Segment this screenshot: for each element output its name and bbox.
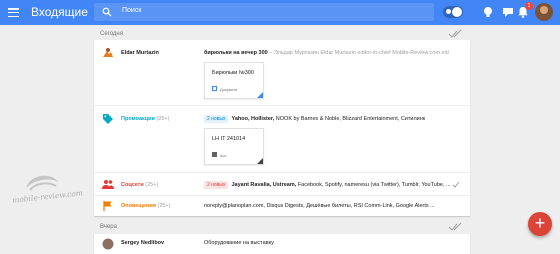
message-subject: Оборудование на выставку [204,240,274,246]
attachment-fold [257,92,263,98]
chat-icon[interactable] [501,5,515,19]
page-title: Входящие [31,5,88,19]
list-item[interactable]: Eldar Murtazin бирюльки на вечер 300 – Э… [94,40,470,105]
top-app-bar: Входящие Поиск 1 [0,0,560,25]
list-item[interactable]: Соцсети (25+) 2 новых Jayant Ravalia, Ust… [94,173,470,195]
attachment-card[interactable]: LH IT 241014 doc [204,128,264,165]
user-avatar-icon [103,48,113,57]
user-avatar-icon [102,238,114,250]
document-icon [212,86,217,91]
compose-button[interactable]: + [528,212,552,236]
attachment-type: doc [220,153,227,158]
summary-bold: Yahoo, Hollister, [231,116,275,122]
bundle-name: Соцсети (25+) [121,182,158,188]
summary-text: Facebook, Spotify, nameresu (via Twitter… [296,182,451,188]
bundle-label: Оповещения [121,203,156,209]
done-check-icon[interactable] [452,181,460,189]
attachment-card[interactable]: Бирюльки №300 Документ [204,62,264,99]
sender-name: Eldar Murtazin [121,50,159,56]
attachment-type: Документ [220,87,238,92]
search-icon [102,7,112,17]
subject-text: бирюльки на вечер 300 [204,50,268,56]
section-label-today: Сегодня [100,31,123,37]
reminder-icon[interactable] [481,5,495,19]
attachment-fold [257,158,263,164]
avatar[interactable] [535,3,553,21]
bundle-count: (25+) [145,182,159,188]
search-input[interactable]: Поиск [122,7,141,14]
sweep-done-icon[interactable] [448,29,462,39]
bundle-count: (25+) [156,116,170,122]
pinned-toggle[interactable] [443,6,463,18]
alert-flag-icon [103,201,112,211]
bundle-summary: 2 новых Jayant Ravalia, Ustream, Facebook… [204,181,451,189]
new-count-badge: 2 новых [204,115,229,123]
file-icon [212,152,217,157]
bundle-name: Промоакции (25+) [121,116,169,122]
summary-text: NOOK by Barnes & Noble, Blizzard Enterta… [274,116,426,122]
pin-icon [446,9,451,14]
watermark-logo: mobile-review.com [2,170,84,220]
today-card: Eldar Murtazin бирюльки на вечер 300 – Э… [94,40,470,216]
promotions-tag-icon [103,114,113,124]
list-item[interactable]: Оповещения (25+) noreply@planoplan.com, … [94,196,470,216]
notification-badge: 1 [525,2,533,10]
bundle-summary: 2 новых Yahoo, Hollister, NOOK by Barnes … [204,115,425,123]
sweep-done-icon[interactable] [448,222,462,232]
list-item[interactable]: Sergey Nedlibov Оборудование на выставку [94,234,470,254]
bundle-label: Промоакции [121,116,155,122]
summary-bold: Jayant Ravalia, Ustream, [231,182,297,188]
bundle-name: Оповещения (25+) [121,203,170,209]
bundle-summary: noreply@planoplan.com, Disqus Digests, Д… [204,203,435,209]
section-label-yesterday: Вчера [100,224,117,230]
new-count-badge: 2 новых [204,181,229,189]
yesterday-card: Sergey Nedlibov Оборудование на выставку [94,234,470,254]
message-subject: бирюльки на вечер 300 – Эльдар Муртазин … [204,50,449,56]
menu-icon[interactable] [8,7,19,18]
social-people-icon [102,180,114,189]
search-box[interactable]: Поиск [94,3,434,21]
list-item[interactable]: Промоакции (25+) 2 новых Yahoo, Hollister… [94,106,470,172]
bundle-label: Соцсети [121,182,144,188]
message-snippet: – Эльдар Муртазин Eldar Murtazin editor-… [267,50,449,56]
sender-name: Sergey Nedlibov [121,240,165,246]
attachment-title: LH IT 241014 [212,136,246,142]
attachment-title: Бирюльки №300 [212,70,254,76]
bundle-count: (25+) [157,203,171,209]
